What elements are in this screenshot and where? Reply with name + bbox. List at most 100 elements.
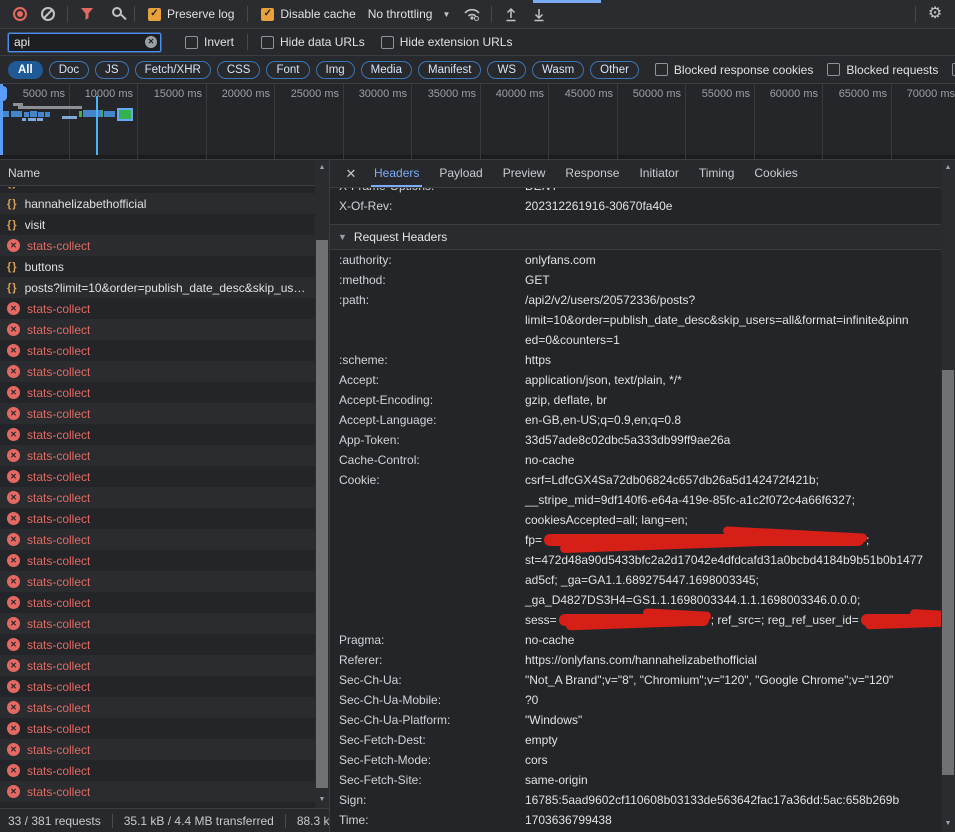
invert-checkbox[interactable]: Invert [185,35,234,49]
request-row[interactable]: ✕stats-collect [0,298,315,319]
scroll-up-icon[interactable]: ▲ [941,162,955,174]
request-row[interactable]: ✕stats-collect [0,697,315,718]
disclosure-triangle-icon: ▼ [338,232,347,242]
detail-scrollbar[interactable]: ▲ ▼ [941,160,955,832]
type-filter-pill[interactable]: WS [487,61,526,79]
clear-filter-icon[interactable]: ✕ [145,36,157,48]
overview-bottom-strip [0,155,955,159]
request-row[interactable]: ✕stats-collect [0,487,315,508]
type-filter-pill[interactable]: Fetch/XHR [135,61,211,79]
header-row: Cache-Control: no-cache [330,450,941,470]
header-key: Sec-Fetch-Mode: [330,750,525,770]
filter-input[interactable] [8,33,161,52]
type-filter-pill[interactable]: Doc [49,61,89,79]
request-row[interactable]: ✕stats-collect [0,361,315,382]
request-row[interactable]: ✕stats-collect [0,466,315,487]
disable-cache-checkbox[interactable]: ✓ Disable cache [261,7,355,21]
filter-toggle-button[interactable] [73,2,101,27]
detail-tab-initiator[interactable]: Initiator [629,160,688,187]
detail-tab-response[interactable]: Response [555,160,629,187]
header-key: Sign: [330,790,525,810]
preserve-log-checkbox[interactable]: ✓ Preserve log [148,7,234,21]
request-name: stats-collect [27,491,90,505]
request-row[interactable]: ✕stats-collect [0,613,315,634]
request-row[interactable]: ✕stats-collect [0,445,315,466]
type-filter-pill[interactable]: Font [266,61,309,79]
name-column-header[interactable]: Name [0,160,329,186]
blocked-response-cookies-checkbox[interactable]: Blocked response cookies [655,63,813,77]
request-row[interactable]: ✕stats-collect [0,403,315,424]
network-overview-timeline[interactable]: 5000 ms10000 ms15000 ms20000 ms25000 ms3… [0,84,955,160]
detail-tab-timing[interactable]: Timing [689,160,745,187]
selected-request-marker [117,108,133,121]
scrollbar-thumb[interactable] [316,240,328,788]
scrollbar-thumb[interactable] [942,370,954,775]
clear-button[interactable] [34,2,62,27]
request-row[interactable]: ✕stats-collect [0,718,315,739]
json-braces-icon: {} [7,187,18,189]
detail-tab-headers[interactable]: Headers [364,160,429,187]
record-button[interactable] [6,2,34,27]
request-row[interactable]: ✕stats-collect [0,655,315,676]
scroll-down-icon[interactable]: ▼ [941,818,955,830]
type-filter-pill[interactable]: Media [361,61,412,79]
header-row: :authority: onlyfans.com [330,250,941,270]
close-detail-button[interactable]: ✕ [338,166,364,182]
header-key: :method: [330,270,525,290]
hide-extension-urls-checkbox[interactable]: Hide extension URLs [381,35,513,49]
request-row[interactable]: ✕stats-collect [0,739,315,760]
request-name: stats-collect [27,239,90,253]
import-har-button[interactable] [497,2,525,27]
type-filter-pill[interactable]: Wasm [532,61,584,79]
request-row[interactable]: ✕stats-collect [0,550,315,571]
request-row[interactable]: ✕stats-collect [0,676,315,697]
request-name: stats-collect [27,323,90,337]
settings-button[interactable]: ⚙ [921,2,949,27]
scroll-down-icon[interactable]: ▼ [315,794,329,806]
type-filter-pill[interactable]: Img [316,61,355,79]
timeline-tick-label: 65000 ms [839,88,891,100]
checkbox-unchecked-icon [655,63,668,76]
request-list-scrollbar[interactable]: ▲ ▼ [315,160,329,808]
detail-tab-preview[interactable]: Preview [493,160,556,187]
search-button[interactable] [101,2,129,27]
request-row[interactable]: ✕stats-collect [0,235,315,256]
request-headers-section-header[interactable]: ▼ Request Headers [330,224,941,250]
request-row[interactable]: ✕stats-collect [0,340,315,361]
redaction-scribble [861,614,941,626]
header-key: Referer: [330,650,525,670]
error-icon: ✕ [7,638,20,651]
request-row[interactable]: {}hannahelizabethofficial [0,193,315,214]
type-filter-pill[interactable]: All [8,61,43,79]
network-conditions-button[interactable] [458,2,486,27]
request-row[interactable]: ✕stats-collect [0,592,315,613]
request-row[interactable]: ✕stats-collect [0,508,315,529]
request-row[interactable]: ✕stats-collect [0,529,315,550]
request-row[interactable]: ✕stats-collect [0,382,315,403]
chevron-down-icon: ▼ [442,10,450,19]
request-row[interactable]: ✕stats-collect [0,634,315,655]
detail-tab-payload[interactable]: Payload [429,160,492,187]
request-row[interactable]: ✕stats-collect [0,319,315,340]
scroll-up-icon[interactable]: ▲ [315,162,329,174]
type-filter-pill[interactable]: Manifest [418,61,481,79]
timeline-gridline [548,84,549,159]
request-row[interactable]: {}buttons [0,256,315,277]
type-filter-pill[interactable]: JS [95,61,128,79]
request-row[interactable]: {}visit [0,214,315,235]
detail-tab-cookies[interactable]: Cookies [744,160,807,187]
request-row[interactable]: ✕stats-collect [0,781,315,802]
request-row[interactable]: ✕stats-collect [0,760,315,781]
throttling-dropdown[interactable]: No throttling ▼ [368,7,451,21]
blocked-requests-checkbox[interactable]: Blocked requests [827,63,938,77]
hide-data-urls-checkbox[interactable]: Hide data URLs [261,35,365,49]
request-row[interactable]: ✕stats-collect [0,571,315,592]
error-icon: ✕ [7,302,20,315]
type-filter-pill[interactable]: Other [590,61,639,79]
header-row: Sec-Fetch-Site: same-origin [330,770,941,790]
request-row[interactable]: {}posts?limit=10&order=publish_date_desc… [0,277,315,298]
request-row[interactable]: ✕stats-collect [0,424,315,445]
export-har-button[interactable] [525,2,553,27]
type-filter-pill[interactable]: CSS [217,61,261,79]
overview-selection-knob[interactable] [0,86,7,101]
